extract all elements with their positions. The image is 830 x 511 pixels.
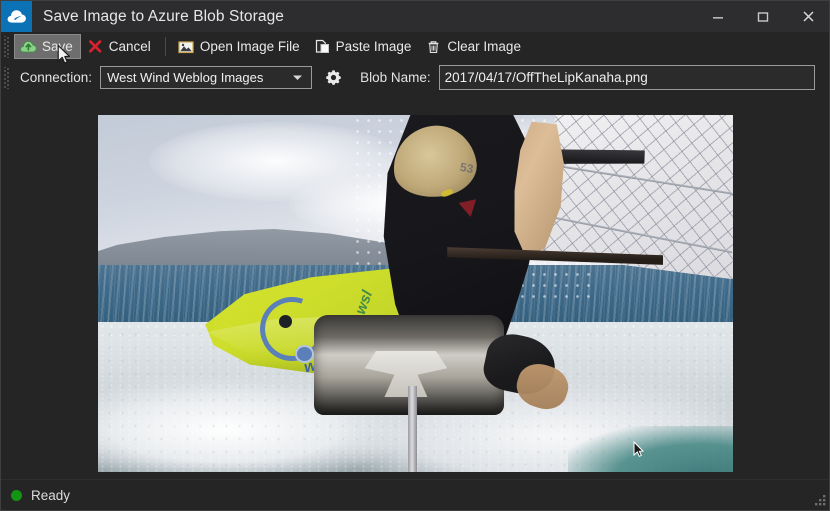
paste-image-label: Paste Image	[335, 39, 412, 54]
options-toolbar: Connection: West Wind Weblog Images Blob…	[1, 61, 829, 94]
red-x-icon	[87, 39, 104, 55]
main-toolbar: Save Cancel Open Image File Paste Image …	[1, 32, 829, 61]
photo-teal-water	[567, 425, 733, 472]
titlebar[interactable]: Save Image to Azure Blob Storage	[1, 1, 829, 32]
save-button[interactable]: Save	[14, 34, 81, 59]
cancel-button-label: Cancel	[108, 39, 151, 54]
photo-mast-base	[407, 386, 418, 472]
window-controls	[695, 1, 829, 32]
save-image-dialog: Save Image to Azure Blob Storage Save Ca…	[0, 0, 830, 511]
cloud-upload-icon	[20, 39, 37, 55]
maximize-button[interactable]	[740, 1, 785, 32]
minimize-button[interactable]	[695, 1, 740, 32]
open-image-file-button[interactable]: Open Image File	[172, 34, 308, 59]
connection-label: Connection:	[20, 70, 93, 85]
toolbar-separator	[164, 37, 166, 56]
chevron-down-icon	[292, 67, 303, 88]
windsurf-photo: west wsl sail 53	[98, 115, 733, 472]
cancel-button[interactable]: Cancel	[81, 34, 159, 59]
paste-image-button[interactable]: Paste Image	[308, 34, 420, 59]
picture-icon	[178, 39, 195, 55]
options-drag-grip[interactable]	[3, 66, 12, 89]
window-title: Save Image to Azure Blob Storage	[43, 7, 285, 25]
open-image-file-label: Open Image File	[199, 39, 300, 54]
resize-grip-icon[interactable]	[811, 491, 827, 507]
clipboard-paste-icon	[314, 39, 331, 55]
blob-name-input[interactable]	[438, 65, 815, 90]
photo-shoulder-number: 53	[458, 160, 475, 177]
clear-image-button[interactable]: Clear Image	[419, 34, 529, 59]
azure-cloud-icon	[1, 1, 32, 32]
status-text: Ready	[31, 487, 71, 503]
image-preview[interactable]: west wsl sail 53	[98, 115, 733, 472]
connection-select-value: West Wind Weblog Images	[107, 70, 264, 85]
blob-name-label: Blob Name:	[360, 70, 431, 85]
photo-board-logo-dot	[278, 314, 293, 328]
connection-select[interactable]: West Wind Weblog Images	[100, 66, 313, 89]
save-button-label: Save	[42, 39, 73, 54]
status-indicator-icon	[11, 489, 22, 501]
trash-icon	[425, 39, 442, 55]
gear-icon[interactable]	[324, 68, 343, 87]
clear-image-label: Clear Image	[447, 39, 521, 54]
statusbar: Ready	[1, 479, 829, 510]
photo-red-triangle	[458, 198, 480, 219]
toolbar-drag-grip[interactable]	[3, 35, 12, 58]
close-button[interactable]	[785, 1, 829, 32]
photo-area-cursor-icon	[633, 441, 644, 457]
